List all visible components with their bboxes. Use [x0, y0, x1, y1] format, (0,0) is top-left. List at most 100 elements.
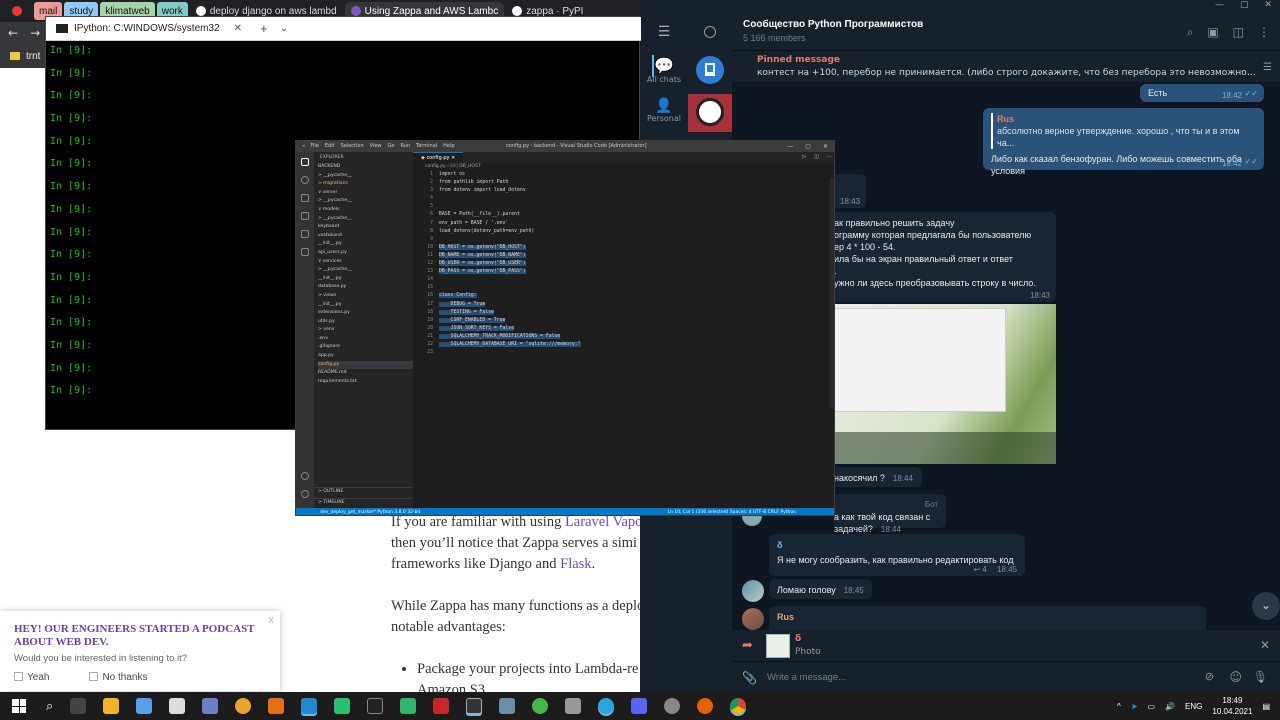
app-icon[interactable]	[663, 698, 680, 714]
search-icon[interactable]: ⌕	[1187, 25, 1194, 40]
code-line[interactable]: 2 from pathlib import Path	[413, 179, 834, 187]
message-input[interactable]: Write a message...	[767, 672, 846, 683]
telegram-icon[interactable]	[597, 698, 614, 714]
avatar[interactable]	[742, 580, 764, 602]
tree-item[interactable]: requirements.txt	[318, 378, 413, 387]
telegram-tray-icon[interactable]: ➤	[1131, 702, 1138, 711]
split-editor-icon[interactable]: ◫	[814, 154, 819, 160]
code-lines[interactable]: 1 import os 2 from pathlib import Path 3 from…	[413, 171, 834, 357]
folder-all-chats[interactable]: 💬 All chats	[640, 56, 688, 84]
menu-icon[interactable]: ☰	[640, 24, 688, 40]
clock[interactable]: 18:49 10.04.2021	[1212, 695, 1252, 717]
avatar[interactable]	[742, 608, 764, 630]
tree-item[interactable]: vostokand	[318, 232, 413, 241]
app-icon[interactable]	[399, 698, 416, 714]
extensions-icon[interactable]	[301, 230, 309, 238]
menu-item[interactable]: Run	[400, 141, 410, 152]
filezilla-icon[interactable]	[432, 698, 449, 714]
scroll-down-button[interactable]: ⌄	[1252, 592, 1280, 620]
minimize-icon[interactable]: —	[787, 141, 793, 152]
tree-item[interactable]: README.md	[318, 369, 413, 378]
code-line[interactable]: 16 class Config:	[413, 292, 834, 300]
browser-tab[interactable]	[6, 2, 32, 20]
no-thanks-checkbox[interactable]: No thanks	[89, 672, 147, 683]
code-line[interactable]: 12 DB_USER = os.getenv("DB_USER")	[413, 260, 834, 268]
outline-section[interactable]: > OUTLINE	[314, 487, 413, 495]
source-control-icon[interactable]	[301, 194, 309, 202]
voice-chat-icon[interactable]: ▣	[1207, 25, 1218, 40]
tree-item[interactable]: .env	[318, 335, 413, 344]
close-icon[interactable]: ✕	[823, 141, 828, 152]
console-output[interactable]: In [9]: In [9]: In [9]: In [9]: In [9]: In [9…	[50, 45, 92, 408]
notifications-icon[interactable]: ▤	[1262, 702, 1270, 711]
sidebar-icon[interactable]: ◫	[1233, 25, 1244, 40]
tree-item[interactable]: > __pycache__	[318, 172, 413, 181]
remote-explorer-icon[interactable]	[301, 248, 309, 256]
code-line[interactable]: 21 SQLALCHEMY_TRACK_MODIFICATIONS = Fals…	[413, 333, 834, 341]
console-tab-title[interactable]: IPython: C:WINDOWS/system32	[74, 23, 220, 34]
code-line[interactable]: 15	[413, 284, 834, 292]
flask-link[interactable]: Flask	[560, 556, 591, 572]
calculator-icon[interactable]	[168, 698, 185, 714]
code-line[interactable]: 9	[413, 236, 834, 244]
code-line[interactable]: 13 DB_PASS = os.getenv("DB_PASS")	[413, 268, 834, 276]
tree-item[interactable]: > __pycache__	[318, 266, 413, 275]
menu-item[interactable]: Terminal	[416, 141, 437, 152]
search-icon[interactable]	[704, 26, 716, 38]
attach-icon[interactable]: 📎	[742, 671, 757, 685]
app-icon[interactable]	[366, 698, 383, 714]
code-line[interactable]: 7 env_path = BASE / '.env'	[413, 220, 834, 228]
volume-icon[interactable]: 🔊	[1165, 702, 1175, 711]
task-view-icon[interactable]	[69, 698, 86, 714]
tray-chevron-icon[interactable]: ^	[1117, 702, 1121, 711]
menu-item[interactable]: Help	[443, 141, 454, 152]
tree-item[interactable]: keyboard	[318, 223, 413, 232]
tree-item[interactable]: ∨ server	[318, 189, 413, 198]
firefox-icon[interactable]	[696, 698, 713, 714]
code-line[interactable]: 1 import os	[413, 171, 834, 179]
windows-start-icon[interactable]	[12, 699, 26, 713]
status-right[interactable]: Ln 10, Col 1 (336 selected) Spaces: 4 UT…	[668, 508, 796, 515]
code-line[interactable]: 8 load_dotenv(dotenv_path=env_path)	[413, 228, 834, 236]
breadcrumb[interactable]: config.py › [∅] DB_HOST	[413, 163, 834, 171]
photo-message[interactable]	[834, 304, 1056, 464]
menu-item[interactable]: View	[370, 141, 382, 152]
code-line[interactable]: 3 from dotenv import load_dotenv	[413, 187, 834, 195]
pinned-list-icon[interactable]: ☰	[1263, 62, 1272, 73]
search-icon[interactable]	[301, 176, 309, 184]
chevron-down-icon[interactable]: ⌄	[280, 23, 288, 34]
chat-item-active[interactable]	[688, 94, 732, 132]
bookmark-folder[interactable]: trnt	[26, 51, 40, 62]
app-icon[interactable]	[564, 698, 581, 714]
reply-count[interactable]: 4	[982, 565, 986, 574]
tree-item[interactable]: app.py	[318, 352, 413, 361]
close-icon[interactable]: ✕	[1260, 638, 1270, 652]
more-icon[interactable]: ⋮	[1258, 25, 1270, 40]
close-icon[interactable]: ✕	[234, 23, 242, 34]
tree-item[interactable]: > __pycache__	[318, 215, 413, 224]
close-icon[interactable]: ✕	[1264, 0, 1272, 10]
chrome-icon[interactable]	[729, 698, 746, 714]
minimize-icon[interactable]: —	[1215, 0, 1224, 10]
chat-avatar[interactable]	[696, 56, 724, 84]
code-editor[interactable]: ◆ config.py ✕ config.py › [∅] DB_HOST 1i…	[413, 152, 834, 509]
code-line[interactable]: 23	[413, 349, 834, 357]
menu-item[interactable]: Go	[388, 141, 395, 152]
search-icon[interactable]: ⌕	[46, 699, 53, 714]
laravel-vapor-link[interactable]: Laravel Vapo	[565, 514, 642, 530]
tree-item[interactable]: > venv	[318, 326, 413, 335]
network-icon[interactable]: ▭	[1148, 702, 1156, 711]
code-line[interactable]: 14	[413, 276, 834, 284]
tree-item[interactable]: api_users.py	[318, 249, 413, 258]
code-line[interactable]: 19 CSRF_ENABLED = True	[413, 317, 834, 325]
code-line[interactable]: 17 DEBUG = True	[413, 301, 834, 309]
new-tab-icon[interactable]: +	[260, 21, 268, 36]
maximize-icon[interactable]: ▢	[1240, 0, 1249, 10]
tree-item[interactable]: config.py	[318, 360, 413, 370]
tree-item[interactable]: __init__.py	[318, 240, 413, 249]
tree-item[interactable]: > __pycache__	[318, 197, 413, 206]
vscode-icon[interactable]	[300, 698, 317, 714]
app-icon[interactable]	[234, 698, 251, 714]
menu-item[interactable]: File	[311, 141, 319, 152]
timeline-section[interactable]: > TIMELINE	[314, 498, 413, 506]
